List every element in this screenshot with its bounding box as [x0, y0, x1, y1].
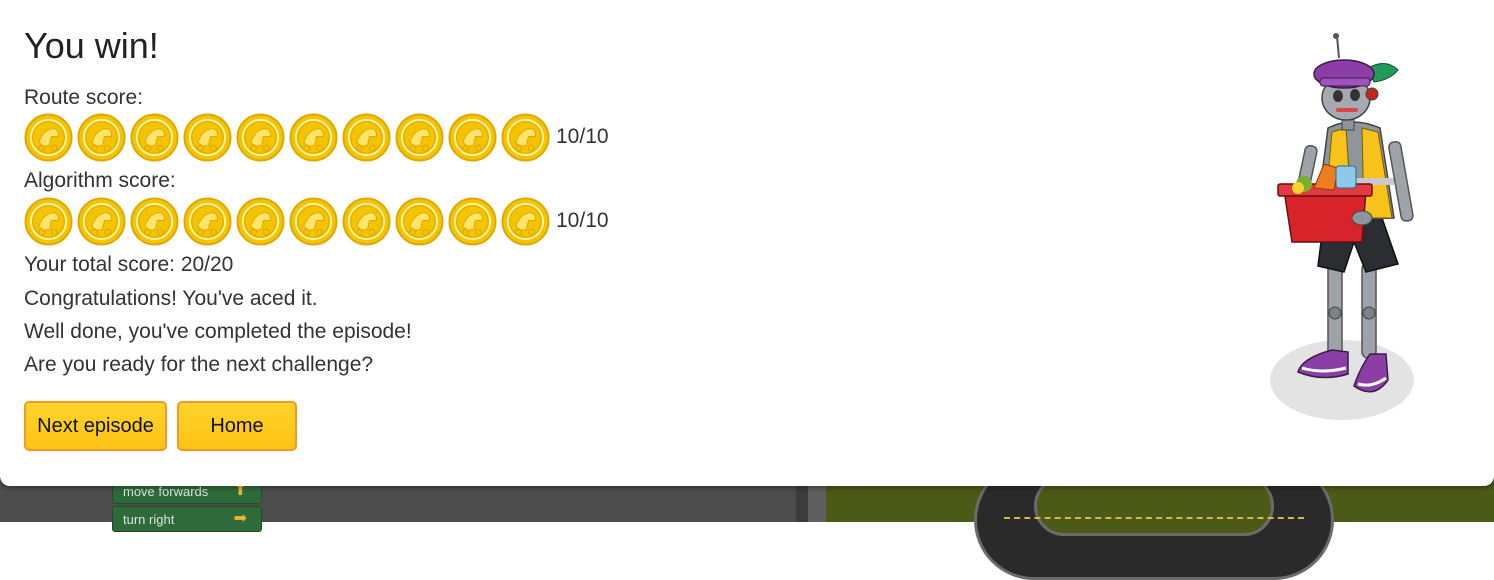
gold-coin-icon [395, 196, 444, 246]
route-score-label: Route score: [24, 86, 144, 109]
block-turn-right[interactable]: turn right ➡ [112, 506, 262, 532]
gold-coin-icon [77, 112, 126, 162]
total-score: Your total score: 20/20 [24, 253, 234, 276]
gold-coin-icon [236, 112, 285, 162]
episode-complete-message: Well done, you've completed the episode! [24, 320, 412, 343]
route-score-value: 10/10 [556, 125, 609, 148]
gold-coin-icon [342, 196, 391, 246]
home-button[interactable]: Home [177, 401, 297, 451]
gold-coin-icon [130, 112, 179, 162]
road-lane-marking [1004, 517, 1304, 519]
gold-coin-icon [501, 196, 550, 246]
gold-coin-icon [289, 196, 338, 246]
algorithm-score-value: 10/10 [556, 209, 609, 232]
gold-coin-icon [342, 112, 391, 162]
block-label: turn right [123, 512, 175, 527]
gold-coin-icon [395, 112, 444, 162]
gold-coin-icon [448, 112, 497, 162]
next-challenge-message: Are you ready for the next challenge? [24, 353, 374, 376]
algorithm-score-label: Algorithm score: [24, 169, 176, 192]
gold-coin-icon [448, 196, 497, 246]
win-dialog: You win! Route score: 10/10 Algorithm sc… [0, 0, 1494, 486]
robot-character-illustration [1270, 33, 1414, 420]
gold-coin-icon [24, 112, 73, 162]
gold-coin-icon [77, 196, 126, 246]
dialog-title: You win! [24, 25, 159, 66]
gold-coin-icon [130, 196, 179, 246]
algorithm-score-coins: 10/10 [24, 196, 609, 246]
congrats-message: Congratulations! You've aced it. [24, 287, 318, 310]
gold-coin-icon [289, 112, 338, 162]
gold-coin-icon [24, 196, 73, 246]
route-score-coins: 10/10 [24, 112, 609, 162]
block-label: move forwards [123, 484, 209, 499]
next-episode-button[interactable]: Next episode [24, 401, 167, 451]
gold-coin-icon [236, 196, 285, 246]
gold-coin-icon [183, 112, 232, 162]
gold-coin-icon [183, 196, 232, 246]
gold-coin-icon [501, 112, 550, 162]
arrow-right-icon: ➡ [233, 510, 247, 527]
